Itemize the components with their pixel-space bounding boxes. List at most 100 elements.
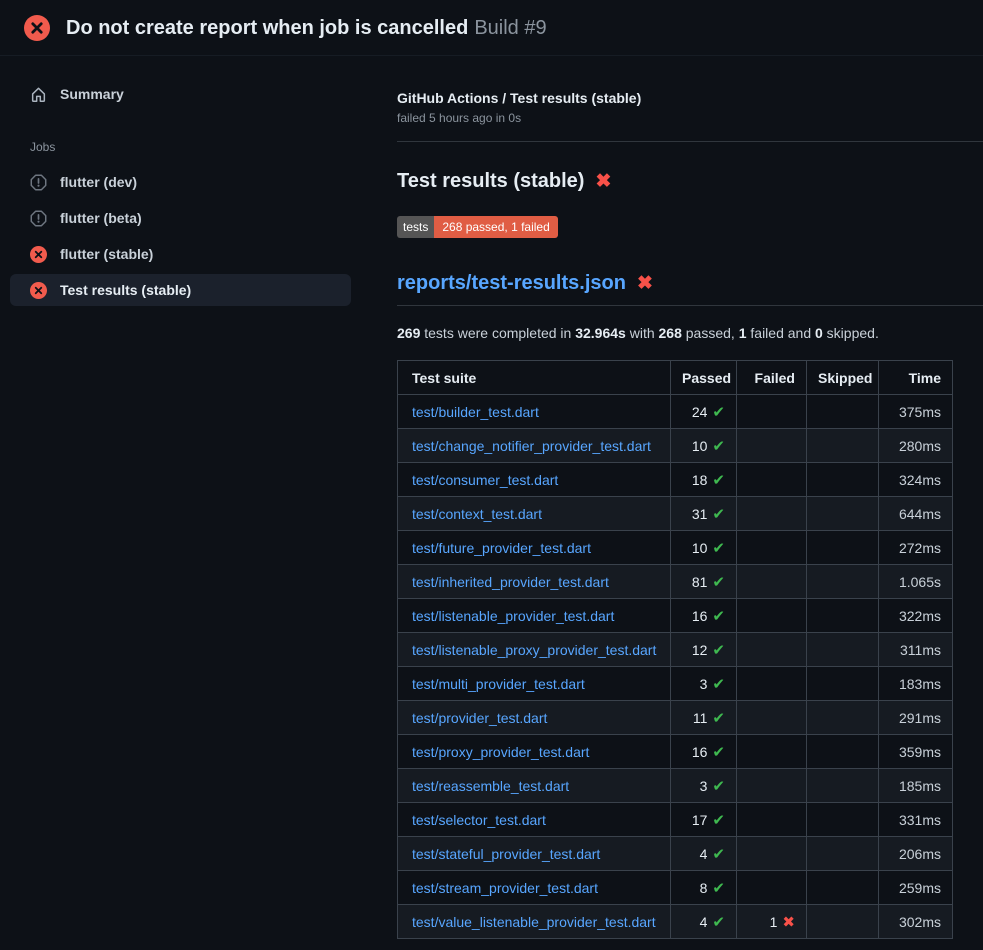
passed-count-cell: 4✔ [671,905,737,939]
check-run-heading: Test results (stable) ✖ [397,168,983,194]
check-icon: ✔ [712,744,725,761]
table-row: test/consumer_test.dart18✔324ms [398,463,953,497]
failed-count: 1 [770,914,778,930]
test-suite-link[interactable]: test/context_test.dart [412,506,542,522]
failed-count-cell [737,803,807,837]
test-suite-link[interactable]: test/stateful_provider_test.dart [412,846,600,862]
jobs-list: flutter (dev) flutter (beta) flutter (stab… [10,166,351,306]
home-icon [30,86,47,103]
test-suite-link[interactable]: test/consumer_test.dart [412,472,558,488]
skipped-count-cell [807,463,879,497]
passed-count-cell: 81✔ [671,565,737,599]
passed-count-cell: 4✔ [671,837,737,871]
test-suite-link[interactable]: test/selector_test.dart [412,812,546,828]
test-suite-link[interactable]: test/provider_test.dart [412,710,547,726]
passed-count: 81 [692,574,708,590]
table-row: test/provider_test.dart11✔291ms [398,701,953,735]
test-suite-cell: test/inherited_provider_test.dart [398,565,671,599]
check-icon: ✔ [712,574,725,591]
passed-count: 24 [692,404,708,420]
failed-count-cell [737,599,807,633]
test-suite-link[interactable]: test/builder_test.dart [412,404,539,420]
check-icon: ✔ [712,778,725,795]
sidebar-item-summary[interactable]: Summary [10,78,351,110]
passed-count-cell: 3✔ [671,769,737,803]
passed-count: 3 [700,676,708,692]
column-header-skipped: Skipped [807,361,879,395]
table-row: test/stateful_provider_test.dart4✔206ms [398,837,953,871]
sidebar-item-label: flutter (stable) [60,245,153,263]
test-suite-link[interactable]: test/reassemble_test.dart [412,778,569,794]
summary-text-segment: passed, [682,325,739,341]
passed-count-cell: 31✔ [671,497,737,531]
skipped-count-cell [807,429,879,463]
check-icon: ✔ [712,880,725,897]
time-cell: 359ms [879,735,953,769]
test-suite-cell: test/consumer_test.dart [398,463,671,497]
sidebar-item-job-1[interactable]: flutter (dev) [10,166,351,198]
time-cell: 324ms [879,463,953,497]
test-suite-link[interactable]: test/inherited_provider_test.dart [412,574,609,590]
sidebar-item-job-2[interactable]: flutter (beta) [10,202,351,234]
workflow-breadcrumb: GitHub Actions / Test results (stable) [397,89,983,107]
skipped-count-cell [807,667,879,701]
badge-label: tests [397,216,434,238]
column-header-failed: Failed [737,361,807,395]
test-suite-cell: test/listenable_provider_test.dart [398,599,671,633]
sidebar-item-job-3[interactable]: flutter (stable) [10,238,351,270]
test-suite-link[interactable]: test/listenable_provider_test.dart [412,608,614,624]
skipped-count-cell [807,497,879,531]
check-icon: ✔ [712,846,725,863]
failed-count-cell [737,667,807,701]
failed-count-cell [737,769,807,803]
test-suite-cell: test/listenable_proxy_provider_test.dart [398,633,671,667]
table-row: test/multi_provider_test.dart3✔183ms [398,667,953,701]
skipped-count-cell [807,701,879,735]
table-row: test/stream_provider_test.dart8✔259ms [398,871,953,905]
test-suite-link[interactable]: test/stream_provider_test.dart [412,880,598,896]
test-suite-link[interactable]: test/listenable_proxy_provider_test.dart [412,642,656,658]
test-suite-link[interactable]: test/future_provider_test.dart [412,540,591,556]
check-icon: ✔ [712,710,725,727]
column-header-time: Time [879,361,953,395]
sidebar-item-label: Test results (stable) [60,281,191,299]
passed-count: 10 [692,438,708,454]
passed-count: 16 [692,744,708,760]
failed-count-cell [737,701,807,735]
summary-line: 269 tests were completed in 32.964s with… [397,324,983,342]
passed-count-cell: 24✔ [671,395,737,429]
time-cell: 272ms [879,531,953,565]
passed-count-cell: 10✔ [671,531,737,565]
test-suite-link[interactable]: test/change_notifier_provider_test.dart [412,438,651,454]
failed-count-cell [737,837,807,871]
passed-count: 18 [692,472,708,488]
test-suite-cell: test/builder_test.dart [398,395,671,429]
passed-count-cell: 10✔ [671,429,737,463]
time-cell: 644ms [879,497,953,531]
test-suite-cell: test/provider_test.dart [398,701,671,735]
check-icon: ✔ [712,438,725,455]
report-file-link[interactable]: reports/test-results.json [397,270,626,296]
table-row: test/builder_test.dart24✔375ms [398,395,953,429]
passed-count: 4 [700,914,708,930]
check-icon: ✔ [712,676,725,693]
test-suite-link[interactable]: test/multi_provider_test.dart [412,676,585,692]
test-suite-link[interactable]: test/value_listenable_provider_test.dart [412,914,656,930]
skipped-count-cell [807,871,879,905]
badge-value: 268 passed, 1 failed [434,216,557,238]
passed-count: 3 [700,778,708,794]
check-icon: ✔ [712,812,725,829]
check-icon: ✔ [712,540,725,557]
test-suite-cell: test/stream_provider_test.dart [398,871,671,905]
check-icon: ✔ [712,642,725,659]
skipped-count-cell [807,769,879,803]
test-suite-link[interactable]: test/proxy_provider_test.dart [412,744,589,760]
main-panel: GitHub Actions / Test results (stable) f… [367,56,983,939]
skipped-count-cell [807,395,879,429]
x-icon: ✖ [782,914,795,931]
test-suite-cell: test/context_test.dart [398,497,671,531]
failed-count-cell [737,735,807,769]
failed-count-cell [737,463,807,497]
skipped-count-cell [807,531,879,565]
sidebar-item-job-4[interactable]: Test results (stable) [10,274,351,306]
